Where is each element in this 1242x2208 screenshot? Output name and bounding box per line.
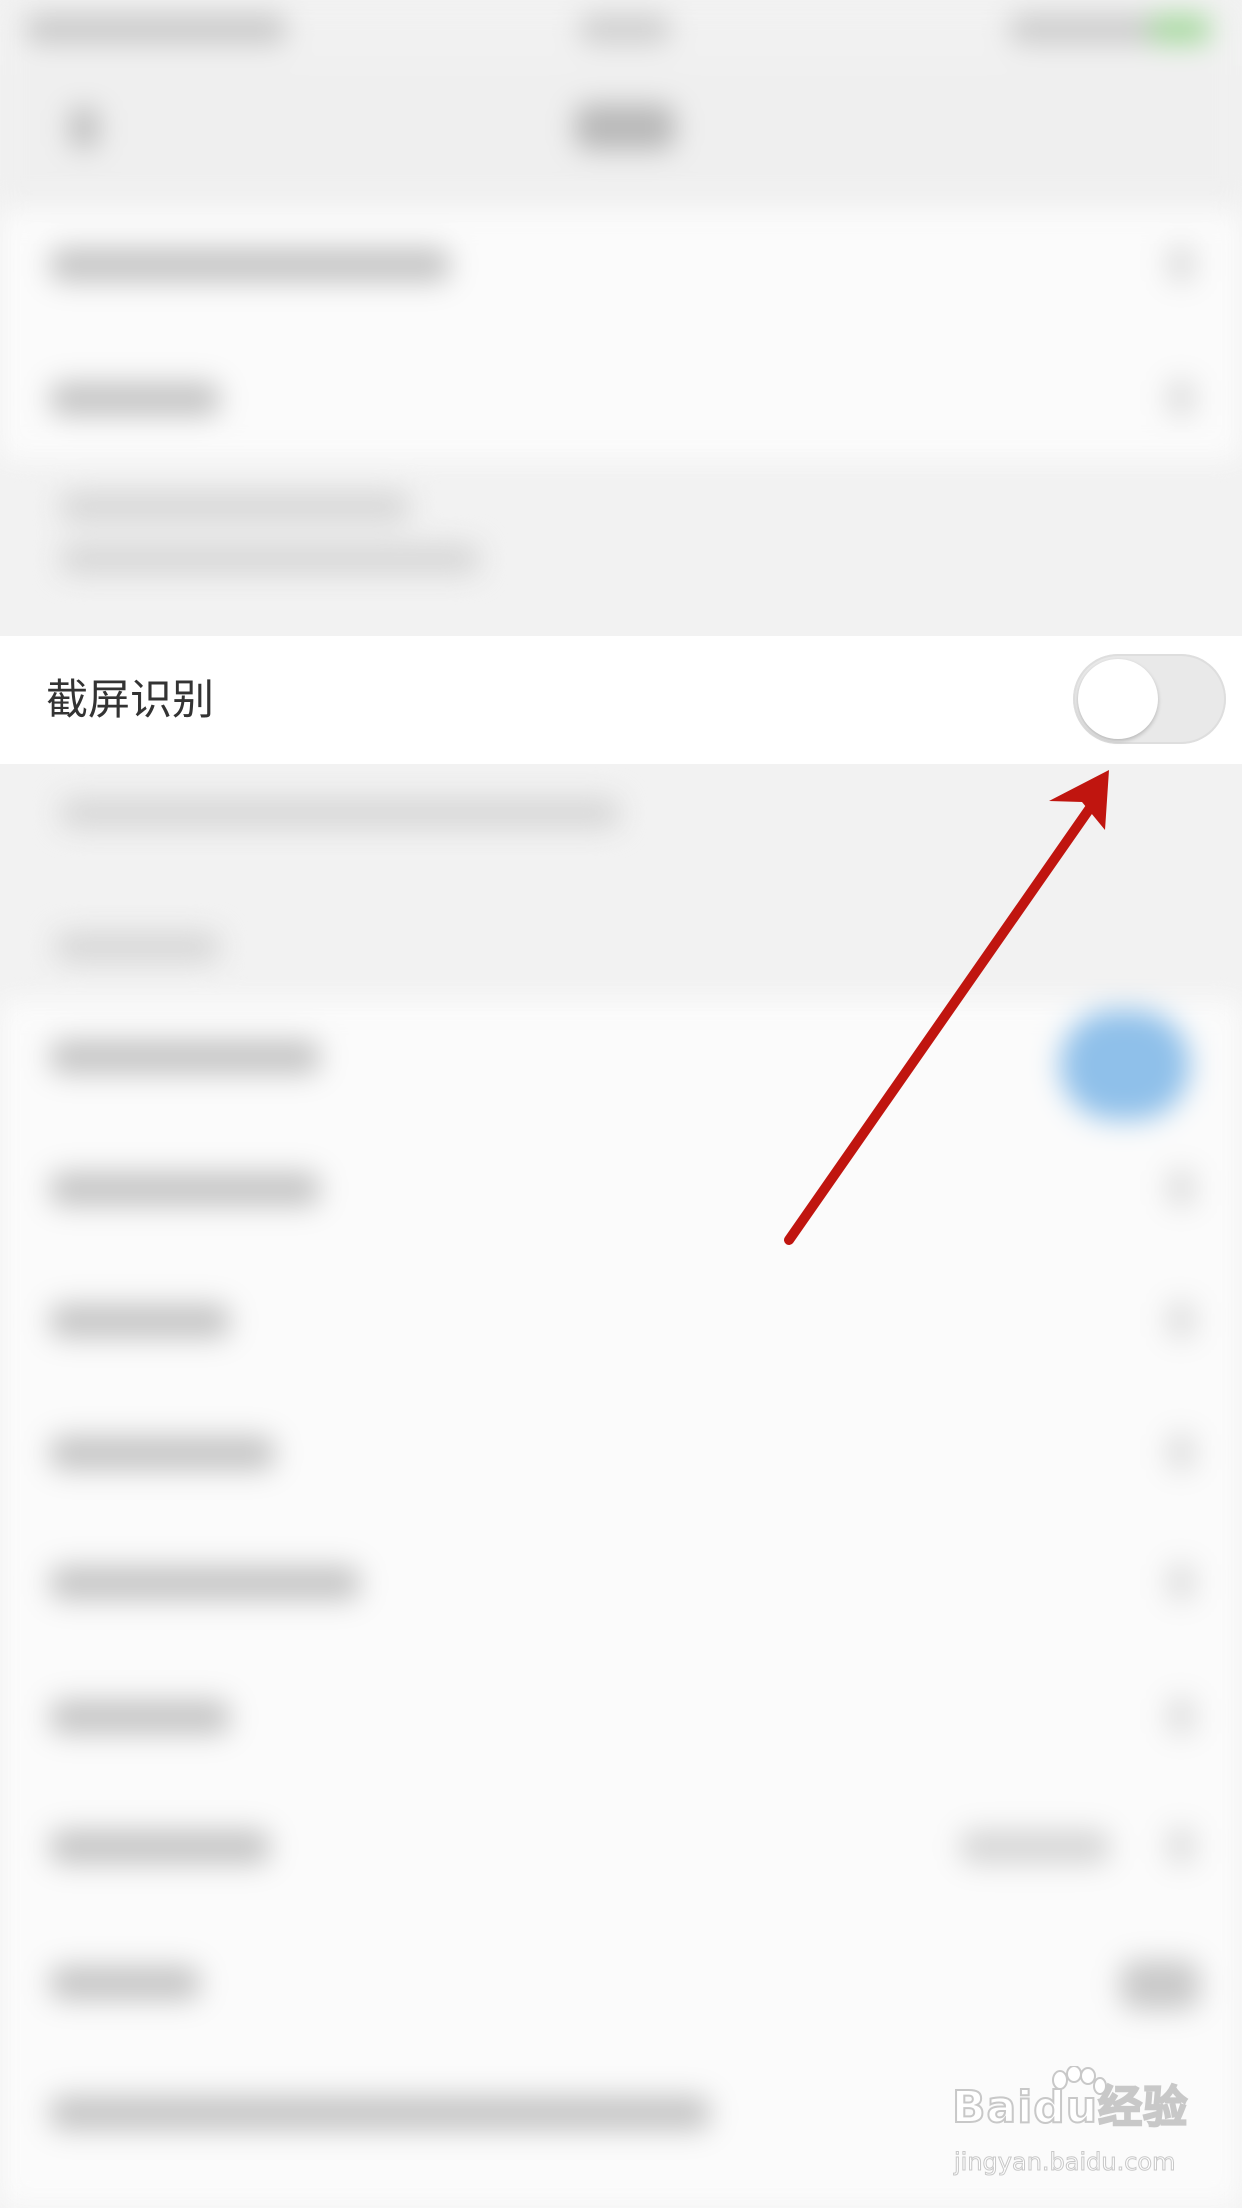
setting-description-blurred (60, 544, 480, 574)
chevron-right-icon (1168, 1434, 1194, 1470)
back-arrow-icon[interactable] (70, 108, 98, 148)
blurred-background (0, 0, 1242, 2208)
setting-item-blurred[interactable] (50, 1436, 275, 1470)
screen-recognition-toggle[interactable] (1073, 654, 1226, 744)
setting-value-blurred (960, 1830, 1110, 1864)
watermark-logo-text: Baidu经验 (951, 2081, 1189, 2134)
chevron-right-icon (1168, 380, 1194, 416)
setting-item-blurred[interactable] (50, 1700, 230, 1734)
toggle-on-blurred[interactable] (1060, 1010, 1190, 1120)
screen-recognition-row[interactable]: 截屏识别 (0, 636, 1242, 764)
chevron-right-icon (1168, 1302, 1194, 1338)
setting-item-blurred[interactable] (50, 1172, 320, 1206)
status-time-blurred (580, 14, 670, 44)
chevron-right-icon (1168, 1564, 1194, 1600)
watermark-url: jingyan.baidu.com (953, 2148, 1176, 2177)
status-bar (0, 0, 1242, 66)
setting-item-blurred[interactable] (50, 1040, 320, 1074)
setting-item-blurred[interactable] (50, 382, 220, 416)
setting-item-blurred[interactable] (50, 1830, 270, 1864)
setting-item-blurred[interactable] (50, 1966, 200, 2000)
screen-recognition-label: 截屏识别 (46, 675, 215, 724)
status-carrier-blurred (26, 14, 286, 44)
baidu-watermark: Baidu经验 jingyan.baidu.com (951, 2066, 1192, 2190)
battery-icon (1150, 14, 1210, 44)
page-title-blurred (575, 104, 675, 150)
setting-item-blurred[interactable] (50, 2096, 710, 2130)
settings-screen: 截屏识别 Baidu经验 jingyan.baidu.com (0, 0, 1242, 2208)
toggle-knob (1078, 659, 1158, 739)
setting-item-blurred[interactable] (50, 1304, 230, 1338)
setting-description-blurred (60, 492, 410, 522)
chevron-right-icon (1168, 1828, 1194, 1864)
setting-description-blurred (60, 798, 620, 828)
setting-item-blurred[interactable] (50, 248, 450, 282)
chevron-right-icon (1168, 1698, 1194, 1734)
status-indicators-blurred (1010, 14, 1160, 44)
chevron-right-icon (1168, 1170, 1194, 1206)
setting-value-blurred (1120, 1960, 1200, 2010)
setting-item-blurred[interactable] (50, 1566, 360, 1600)
section-header-blurred (55, 932, 220, 962)
chevron-right-icon (1168, 246, 1194, 282)
